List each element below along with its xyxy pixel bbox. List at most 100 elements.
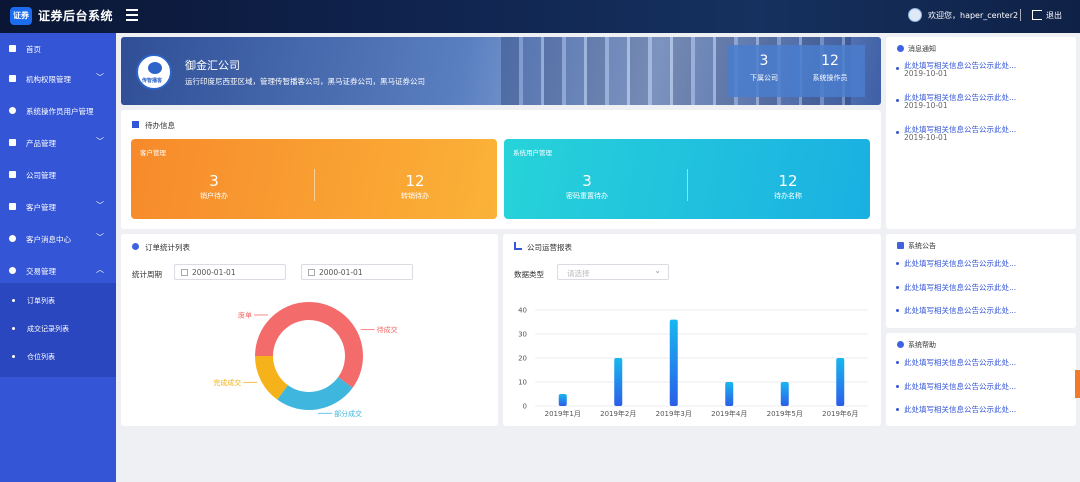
customer-icon: [9, 203, 16, 210]
order-donut-chart: 待成交部分成交 完成成交 废单: [213, 302, 398, 418]
bell-icon: [897, 45, 904, 52]
y-tick-label: 0: [523, 403, 527, 411]
notice-date: 2019-10-01: [904, 101, 948, 110]
notice-date: 2019-10-01: [904, 69, 948, 78]
company-name: 御金汇公司: [185, 59, 240, 72]
app-title: 证券后台系统: [38, 9, 114, 23]
donut-slice-label: 废单: [238, 310, 252, 319]
donut-slice-label: 完成成交: [213, 378, 241, 387]
system-user-card[interactable]: 系统用户管理 3 密码重置待办 12 待办名称: [504, 139, 870, 219]
bar: [614, 358, 623, 406]
chevron-up-icon: ︿: [96, 265, 104, 274]
sidebar-subitem-orders[interactable]: 订单列表: [0, 287, 116, 315]
chevron-down-icon: ﹀: [96, 137, 104, 146]
sidebar-item-companies[interactable]: 公司管理: [0, 159, 116, 191]
x-tick-label: 2019年3月: [656, 409, 692, 418]
sidebar-item-products[interactable]: 产品管理 ﹀: [0, 127, 116, 159]
message-icon: [9, 235, 16, 242]
data-type-select[interactable]: 请选择 ⌄: [557, 264, 669, 280]
announcements-panel: 系统公告 此处填写相关信息公告公示此处... 此处填写相关信息公告公示此处...…: [886, 234, 1076, 328]
help-link[interactable]: 此处填写相关信息公告公示此处...: [904, 404, 1016, 415]
data-type-label: 数据类型: [514, 270, 544, 279]
close-account-count[interactable]: 3: [154, 172, 274, 190]
stat-operators[interactable]: 12 系统操作员: [795, 45, 865, 97]
company-report-panel: 公司运营报表 数据类型 请选择 ⌄ 0 10 20 30 40 2019年1月 2019年2月…: [503, 234, 881, 426]
donut-slice: [277, 377, 353, 410]
bar: [558, 394, 567, 406]
sidebar: 首页 机构权限管理 ﹀ 系统操作员用户管理 产品管理 ﹀ 公司管理 客户管理 ﹀ 客户…: [0, 33, 116, 482]
x-tick-label: 2019年1月: [545, 409, 581, 418]
stat-subsidiaries[interactable]: 3 下属公司: [728, 45, 800, 97]
pie-icon: [132, 243, 139, 250]
chevron-down-icon: ﹀: [96, 233, 104, 242]
donut-slice-label: 部分成交: [334, 409, 362, 418]
logout-button[interactable]: 退出: [1046, 10, 1062, 21]
welcome-text: 欢迎您，haper_center2: [928, 11, 1019, 20]
scroll-indicator[interactable]: [1075, 370, 1080, 398]
chevron-down-icon: ﹀: [96, 201, 104, 210]
help-link[interactable]: 此处填写相关信息公告公示此处...: [904, 381, 1016, 392]
announcement-link[interactable]: 此处填写相关信息公告公示此处...: [904, 305, 1016, 316]
period-label: 统计周期: [132, 270, 162, 279]
logout-icon[interactable]: [1032, 10, 1042, 20]
checkbox-icon: [132, 121, 139, 128]
x-tick-label: 2019年6月: [822, 409, 858, 418]
help-panel: 系统帮助 此处填写相关信息公告公示此处... 此处填写相关信息公告公示此处...…: [886, 333, 1076, 426]
donut-slice-label: 待成交: [377, 325, 398, 334]
notice-date: 2019-10-01: [904, 133, 948, 142]
announcement-link[interactable]: 此处填写相关信息公告公示此处...: [904, 258, 1016, 269]
y-tick-label: 40: [518, 307, 527, 315]
avatar[interactable]: [908, 8, 922, 22]
end-date-input[interactable]: 2000-01-01: [301, 264, 413, 280]
company-banner: 传智播客 御金汇公司 运行印度尼西亚区域，管理传智播客公司，黑马证券公司，黑马证…: [121, 37, 881, 105]
trade-icon: [9, 267, 16, 274]
top-bar: 证券 证券后台系统 欢迎您，haper_center2 退出: [0, 0, 1080, 33]
cube-icon: [9, 139, 16, 146]
x-tick-label: 2019年5月: [767, 409, 803, 418]
sidebar-subitem-trade-records[interactable]: 成交记录列表: [0, 315, 116, 343]
y-tick-label: 10: [518, 379, 527, 387]
announcement-link[interactable]: 此处填写相关信息公告公示此处...: [904, 282, 1016, 293]
calendar-icon: [181, 269, 188, 276]
company-description: 运行印度尼西亚区域，管理传智播客公司，黑马证券公司，黑马证券公司: [185, 77, 425, 86]
sidebar-subitem-positions[interactable]: 仓位列表: [0, 343, 116, 371]
y-tick-label: 20: [518, 355, 527, 363]
document-icon: [9, 75, 16, 82]
sidebar-item-operator-users[interactable]: 系统操作员用户管理: [0, 95, 116, 127]
help-icon: [897, 341, 904, 348]
sidebar-item-customer-messages[interactable]: 客户消息中心 ﹀: [0, 223, 116, 255]
transfer-count[interactable]: 12: [355, 172, 475, 190]
y-tick-label: 30: [518, 331, 527, 339]
announcement-icon: [897, 242, 904, 249]
sidebar-item-org-permissions[interactable]: 机构权限管理 ﹀: [0, 63, 116, 95]
bar: [836, 358, 845, 406]
menu-toggle-icon[interactable]: [126, 9, 138, 21]
chevron-down-icon: ﹀: [96, 73, 104, 82]
donut-slice: [309, 302, 363, 388]
sidebar-item-customers[interactable]: 客户管理 ﹀: [0, 191, 116, 223]
divider: [1020, 9, 1021, 21]
company-logo: 传智播客: [136, 54, 172, 90]
bar-chart-icon: [514, 242, 522, 250]
user-icon: [9, 107, 16, 114]
notices-panel: 消息通知 此处填写相关信息公告公示此处... 2019-10-01 此处填写相关…: [886, 37, 1076, 229]
todo-name-count[interactable]: 12: [728, 172, 848, 190]
trading-submenu: 订单列表 成交记录列表 仓位列表: [0, 283, 116, 377]
briefcase-icon: [9, 171, 16, 178]
todo-panel: 待办信息 客户管理 3 销户待办 12 转销待办 系统用户管理 3 密码重置待办…: [121, 110, 881, 229]
announcements-title: 系统公告: [908, 242, 936, 250]
customer-management-card[interactable]: 客户管理 3 销户待办 12 转销待办: [131, 139, 497, 219]
password-reset-count[interactable]: 3: [527, 172, 647, 190]
notices-title: 消息通知: [908, 45, 936, 53]
home-icon: [9, 45, 16, 52]
help-link[interactable]: 此处填写相关信息公告公示此处...: [904, 357, 1016, 368]
start-date-input[interactable]: 2000-01-01: [174, 264, 286, 280]
donut-slice: [255, 302, 309, 356]
sidebar-item-home[interactable]: 首页: [0, 33, 116, 65]
company-bar-chart: 0 10 20 30 40 2019年1月 2019年2月 2019年3月 2019年4月 201…: [518, 307, 868, 418]
bar: [669, 319, 678, 406]
app-logo: 证券: [10, 7, 32, 25]
bar: [780, 382, 789, 406]
x-tick-label: 2019年4月: [711, 409, 747, 418]
x-tick-label: 2019年2月: [600, 409, 636, 418]
